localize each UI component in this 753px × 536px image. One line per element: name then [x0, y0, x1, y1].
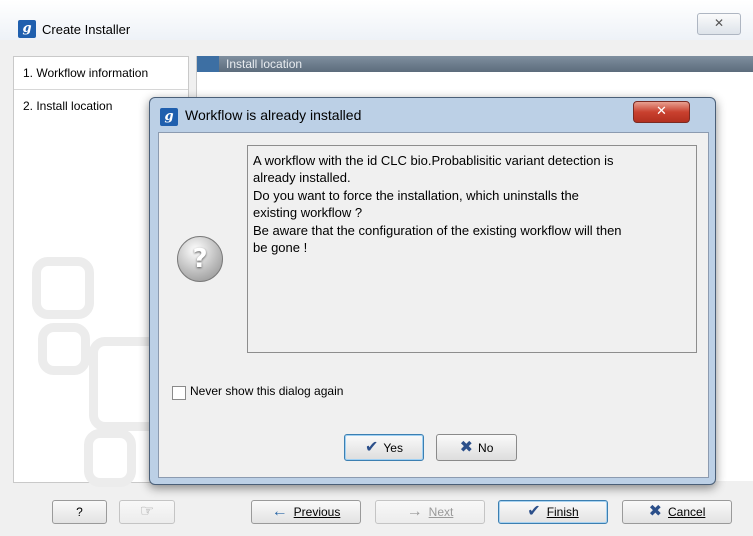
cancel-button[interactable]: ✖ Cancel: [622, 500, 732, 524]
dialog-body: ? A workflow with the id CLC bio.Probabl…: [158, 132, 709, 478]
app-logo-icon: g: [160, 108, 178, 126]
yes-label: Yes: [383, 440, 403, 455]
message-line: be gone !: [253, 240, 308, 255]
message-line: existing workflow ?: [253, 205, 363, 220]
check-icon: ✔: [365, 438, 379, 456]
step-label: 1. Workflow information: [23, 66, 149, 80]
step-item-workflow-information[interactable]: 1. Workflow information: [14, 57, 188, 90]
dialog-close-button[interactable]: ✕: [633, 101, 690, 123]
finish-button[interactable]: ✔ Finish: [498, 500, 608, 524]
decorative-square: [38, 323, 90, 375]
never-show-checkbox[interactable]: [172, 386, 186, 400]
x-icon: ✖: [459, 438, 474, 456]
decorative-square: [84, 429, 136, 487]
message-line: Be aware that the configuration of the e…: [253, 223, 622, 238]
previous-label: Previous: [293, 505, 341, 519]
close-icon: ✕: [656, 104, 667, 119]
question-icon: ?: [177, 236, 223, 282]
previous-button[interactable]: ← Previous: [251, 500, 361, 524]
section-header-label: Install location: [226, 57, 303, 71]
message-area: A workflow with the id CLC bio.Probablis…: [247, 145, 697, 353]
section-header: Install location: [197, 56, 753, 72]
decorative-square: [32, 257, 94, 319]
dialog-title: Workflow is already installed: [185, 107, 362, 123]
x-icon: ✖: [648, 503, 663, 520]
next-button[interactable]: → Next: [375, 500, 485, 524]
check-icon: ✔: [527, 503, 541, 520]
arrow-right-icon: →: [406, 503, 423, 520]
no-label: No: [478, 440, 494, 455]
context-help-button[interactable]: ☞: [119, 500, 175, 524]
help-label: ?: [76, 505, 83, 519]
message-line: Do you want to force the installation, w…: [253, 188, 579, 203]
app-logo-icon: g: [18, 20, 36, 38]
window-title: Create Installer: [42, 22, 131, 37]
finish-label: Finish: [546, 505, 579, 519]
arrow-left-icon: ←: [271, 503, 288, 520]
window-titlebar: g Create Installer ✕: [0, 0, 753, 40]
already-installed-dialog: g Workflow is already installed ✕ ? A wo…: [149, 97, 716, 485]
next-label: Next: [428, 505, 454, 519]
header-accent: [197, 56, 219, 72]
cancel-label: Cancel: [668, 505, 706, 519]
yes-button[interactable]: ✔ Yes: [344, 434, 424, 461]
close-icon: ✕: [713, 16, 725, 30]
help-button[interactable]: ?: [52, 500, 107, 524]
step-item-install-location[interactable]: 2. Install location: [23, 99, 112, 113]
never-show-label[interactable]: Never show this dialog again: [190, 384, 343, 398]
pointer-icon: ☞: [139, 503, 155, 520]
message-line: A workflow with the id CLC bio.Probablis…: [253, 153, 614, 168]
no-button[interactable]: ✖ No: [436, 434, 517, 461]
message-line: already installed.: [253, 170, 351, 185]
window-close-button[interactable]: ✕: [697, 13, 741, 35]
